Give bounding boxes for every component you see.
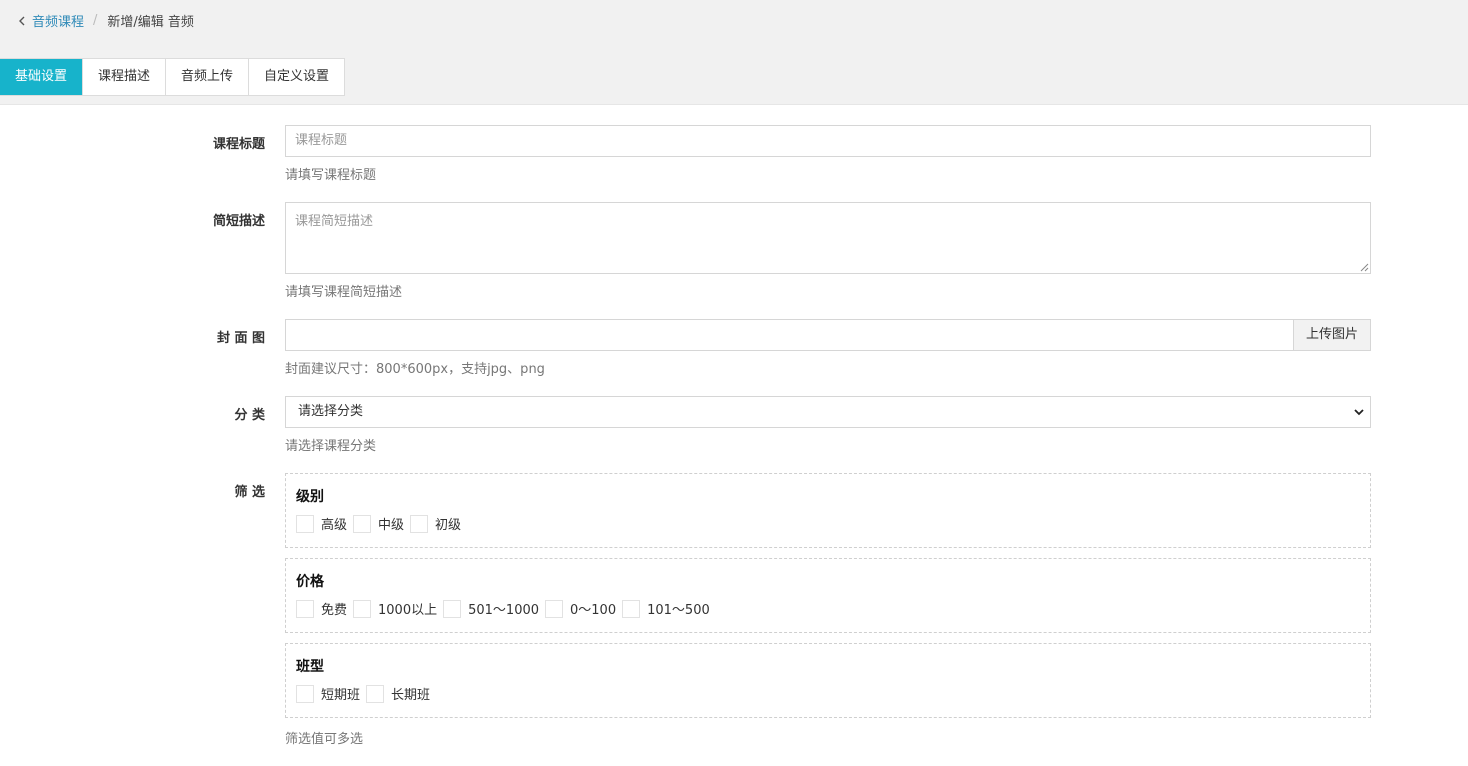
tab-course-description[interactable]: 课程描述 xyxy=(83,59,167,95)
summary-textarea[interactable]: 课程简短描述 xyxy=(285,202,1371,274)
filter-option-label: 高级 xyxy=(321,518,348,533)
filter-option[interactable]: 短期班 xyxy=(296,684,360,703)
checkbox[interactable] xyxy=(622,599,641,618)
filter-group-class-type: 班型 短期班 长期班 xyxy=(285,643,1371,718)
breadcrumb: 音频课程 / 新增/编辑 音频 xyxy=(16,11,194,30)
checkbox[interactable] xyxy=(545,599,564,618)
filter-option-label: 短期班 xyxy=(321,688,361,703)
cover-help: 封面建议尺寸：800*600px，支持jpg、png xyxy=(285,362,545,377)
resize-grip-icon[interactable] xyxy=(1360,263,1369,272)
cover-file-field[interactable] xyxy=(285,319,1293,351)
filter-option[interactable]: 501～1000 xyxy=(443,599,539,618)
upload-image-button[interactable]: 上传图片 xyxy=(1293,319,1371,351)
filter-option[interactable]: 长期班 xyxy=(366,684,430,703)
summary-placeholder: 课程简短描述 xyxy=(295,214,374,229)
breadcrumb-back-link[interactable]: 音频课程 xyxy=(16,11,84,30)
filter-option[interactable]: 初级 xyxy=(410,514,461,533)
checkbox[interactable] xyxy=(443,599,462,618)
breadcrumb-separator: / xyxy=(93,13,98,28)
breadcrumb-current: 新增/编辑 音频 xyxy=(107,15,194,30)
chevron-left-icon xyxy=(19,16,25,25)
filter-label: 筛 选 xyxy=(234,485,265,500)
filter-option[interactable]: 1000以上 xyxy=(353,599,437,618)
chevron-down-icon xyxy=(1354,409,1364,416)
cover-upload: 上传图片 xyxy=(285,319,1371,351)
filter-group-price: 价格 免费 1000以上 501～1000 0～100 101～500 xyxy=(285,558,1371,633)
checkbox[interactable] xyxy=(410,514,429,533)
title-input[interactable]: 课程标题 xyxy=(285,125,1371,157)
filter-option-label: 长期班 xyxy=(391,688,431,703)
tab-basic-settings[interactable]: 基础设置 xyxy=(0,59,84,95)
category-selected: 请选择分类 xyxy=(298,404,364,419)
checkbox[interactable] xyxy=(296,599,314,618)
cover-label: 封 面 图 xyxy=(216,331,265,346)
filter-option[interactable]: 中级 xyxy=(353,514,404,533)
filter-option-label: 中级 xyxy=(378,518,405,533)
title-help: 请填写课程标题 xyxy=(285,168,377,183)
category-select[interactable]: 请选择分类 xyxy=(285,396,1371,428)
breadcrumb-parent[interactable]: 音频课程 xyxy=(32,11,84,30)
filter-option-label: 初级 xyxy=(435,518,462,533)
summary-label: 简短描述 xyxy=(212,214,265,229)
checkbox[interactable] xyxy=(366,684,385,703)
tab-bar: 基础设置 课程描述 音频上传 自定义设置 xyxy=(0,58,346,96)
filter-option-label: 免费 xyxy=(321,603,348,618)
filter-option-label: 501～1000 xyxy=(468,603,540,618)
checkbox[interactable] xyxy=(353,599,372,618)
filter-option[interactable]: 高级 xyxy=(296,514,347,533)
filter-option-label: 0～100 xyxy=(570,603,617,618)
filter-group-level: 级别 高级 中级 初级 xyxy=(285,473,1371,548)
title-label: 课程标题 xyxy=(212,137,265,152)
checkbox[interactable] xyxy=(296,514,314,533)
category-label: 分 类 xyxy=(234,408,265,423)
filter-option[interactable]: 免费 xyxy=(296,599,347,618)
checkbox[interactable] xyxy=(353,514,372,533)
tab-custom-settings[interactable]: 自定义设置 xyxy=(249,59,345,95)
tab-audio-upload[interactable]: 音频上传 xyxy=(166,59,250,95)
filter-group-title: 级别 xyxy=(296,489,324,505)
filter-group-title: 班型 xyxy=(296,659,324,675)
page-header: 音频课程 / 新增/编辑 音频 基础设置 课程描述 音频上传 自定义设置 xyxy=(0,0,1468,105)
category-help: 请选择课程分类 xyxy=(285,439,377,454)
filter-option-label: 1000以上 xyxy=(378,603,438,618)
filter-option[interactable]: 101～500 xyxy=(622,599,710,618)
checkbox[interactable] xyxy=(296,684,314,703)
filter-option-label: 101～500 xyxy=(647,603,710,618)
filter-help: 筛选值可多选 xyxy=(285,732,364,747)
filter-option[interactable]: 0～100 xyxy=(545,599,616,618)
filter-group-title: 价格 xyxy=(296,574,324,590)
summary-help: 请填写课程简短描述 xyxy=(285,285,403,300)
